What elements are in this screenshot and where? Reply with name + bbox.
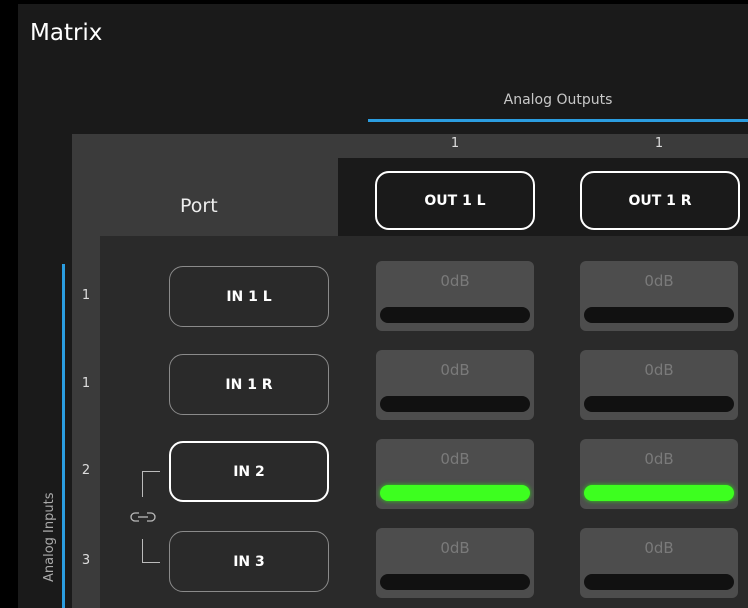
inputs-group-line	[62, 264, 65, 608]
outputs-group-title: Analog Outputs	[503, 92, 613, 108]
input-index-3: 2	[81, 463, 91, 478]
input-index-4: 3	[81, 553, 91, 568]
matrix-panel: Matrix Analog Outputs 1 1 Port OUT 1 L O…	[0, 0, 748, 608]
crosspoint-gain: 0dB	[644, 361, 674, 379]
crosspoint-gain: 0dB	[440, 539, 470, 557]
input-button-in-1-r[interactable]: IN 1 R	[169, 354, 329, 415]
crosspoint-level-bar	[584, 574, 734, 590]
left-edge	[0, 0, 18, 608]
top-edge	[0, 0, 748, 4]
crosspoint-gain: 0dB	[644, 272, 674, 290]
crosspoint-level-bar	[584, 396, 734, 412]
crosspoint-cell[interactable]: 0dB	[376, 261, 534, 331]
crosspoint-cell[interactable]: 0dB	[580, 261, 738, 331]
crosspoint-gain: 0dB	[644, 450, 674, 468]
crosspoint-level-bar	[380, 574, 530, 590]
crosspoint-gain: 0dB	[440, 450, 470, 468]
input-index-2: 1	[81, 376, 91, 391]
link-bracket-top	[142, 471, 160, 497]
input-button-in-1-l[interactable]: IN 1 L	[169, 266, 329, 327]
input-index-1: 1	[81, 288, 91, 303]
crosspoint-cell[interactable]: 0dB	[580, 528, 738, 598]
crosspoint-level-bar	[584, 307, 734, 323]
input-button-in-2[interactable]: IN 2	[169, 441, 329, 502]
crosspoint-level-bar	[380, 396, 530, 412]
output-button-out-1-l[interactable]: OUT 1 L	[375, 171, 535, 230]
output-button-out-1-r[interactable]: OUT 1 R	[580, 171, 740, 230]
crosspoint-gain: 0dB	[440, 272, 470, 290]
outputs-group-underline	[368, 119, 748, 122]
crosspoint-gain: 0dB	[644, 539, 674, 557]
port-header-label: Port	[180, 195, 218, 217]
crosspoint-level-bar	[380, 485, 530, 501]
input-button-in-3[interactable]: IN 3	[169, 531, 329, 592]
crosspoint-cell[interactable]: 0dB	[580, 439, 738, 509]
link-bracket-bottom	[142, 539, 160, 563]
output-index-1: 1	[450, 136, 460, 151]
crosspoint-cell[interactable]: 0dB	[580, 350, 738, 420]
link-icon[interactable]	[128, 508, 158, 526]
crosspoint-cell[interactable]: 0dB	[376, 439, 534, 509]
crosspoint-cell[interactable]: 0dB	[376, 350, 534, 420]
crosspoint-level-bar	[380, 307, 530, 323]
crosspoint-cell[interactable]: 0dB	[376, 528, 534, 598]
crosspoint-gain: 0dB	[440, 361, 470, 379]
inputs-group-title: Analog Inputs	[42, 492, 57, 582]
output-index-2: 1	[654, 136, 664, 151]
crosspoint-level-bar	[584, 485, 734, 501]
page-title: Matrix	[30, 20, 103, 46]
